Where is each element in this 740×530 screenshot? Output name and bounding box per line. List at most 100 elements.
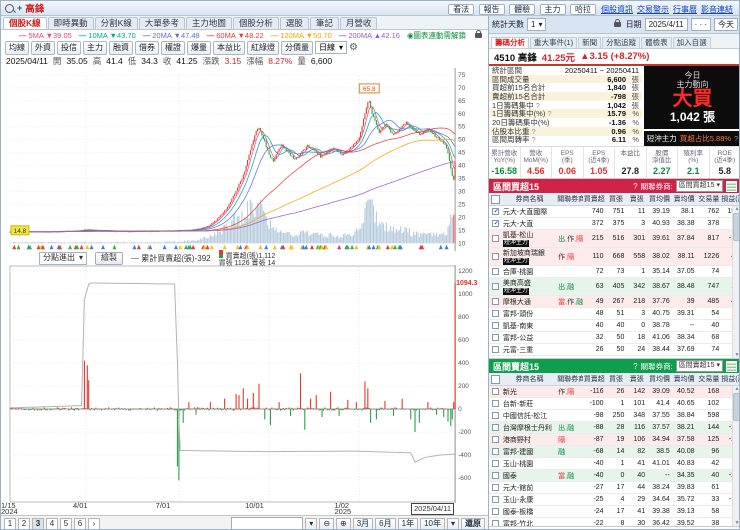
period-button[interactable]: 3月 [352,517,374,529]
column-header[interactable]: 買賣超 [583,194,606,204]
indicator-button[interactable]: 分價量 [281,40,313,55]
row-checkbox[interactable] [489,471,502,479]
broker-row[interactable]: 中國信託-松江-9825034837.5538.8459810 [489,410,739,422]
broker-row[interactable]: 新光作,隔-1162614239.0940.52168-4 [489,386,739,398]
chart-tab[interactable]: 選股 [279,16,309,29]
column-header[interactable]: 買張 [606,194,627,204]
indicator-button[interactable]: 借券 [135,40,159,55]
indicator-button[interactable]: 爆量 [187,40,211,55]
column-header[interactable]: 賣均價 [672,374,697,384]
page-button[interactable]: 2 [18,517,30,529]
column-header[interactable]: 賣張 [626,374,647,384]
indicator-button[interactable]: 本益比 [213,40,245,55]
page-button[interactable]: 4 [46,517,58,529]
row-checkbox[interactable] [489,321,502,329]
row-checkbox[interactable] [489,297,502,305]
zoom-out-icon[interactable]: ⊖ [319,517,335,529]
days-select[interactable]: 1 ▾ [527,18,547,31]
broker-row[interactable]: 國泰-板橋-24174139.3839.1358-4 [489,506,739,518]
row-checkbox[interactable] [489,519,502,526]
draw-button[interactable]: 繪製 [95,251,124,265]
period-button[interactable]: 10年 [420,517,445,529]
broker-row[interactable]: 合庫-桃園7273135.1437.05744 [489,266,739,278]
column-header[interactable]: 損益(萬) [721,194,739,204]
export-icon[interactable] [726,180,737,192]
lock-icon[interactable] [613,19,621,27]
broker-row[interactable]: 元大-館前-27174438.2439.8361-1 [489,482,739,494]
indicator-button[interactable]: 權證 [161,40,185,55]
chart-tab[interactable]: 分割K線 [94,16,138,29]
select-all-checkbox[interactable] [489,194,502,204]
goto-input[interactable] [231,517,304,529]
column-header[interactable]: 交易量 [697,194,722,204]
row-checkbox[interactable] [489,357,502,358]
chart-tab[interactable]: 即時異動 [47,16,94,29]
topbar-button[interactable]: 體驗 [509,4,536,15]
indicator-button[interactable]: 均線 [5,40,29,55]
topbar-button[interactable]: 哈拉 [570,4,596,15]
column-header[interactable]: 買賣超 [583,374,606,384]
column-header[interactable]: 賣均價 [672,194,697,204]
column-header[interactable]: 買均價 [647,194,672,204]
row-checkbox[interactable] [489,435,502,443]
chart-tab[interactable]: 個股K線 [3,16,47,29]
broker-row[interactable]: 台新-新莊-100110141.440.65102-6 [489,398,739,410]
topbar-link[interactable]: 影音連結 [701,5,733,14]
column-header[interactable]: 損益(萬) [721,374,739,384]
page-button[interactable]: › [88,517,100,529]
gear-icon[interactable]: ⚙ [349,42,358,53]
row-checkbox[interactable] [489,387,502,395]
row-checkbox[interactable] [489,333,502,341]
column-header[interactable]: 關聯券商 [557,194,583,204]
broker-row[interactable]: 富邦-敦南2022240.6637.4240 [489,356,739,358]
date-picker-button[interactable]: · · · [690,18,711,31]
page-button[interactable]: 5 [60,517,72,529]
broker-row[interactable]: ✓元大-大直372375340.9338.3837811 [489,218,739,230]
row-checkbox[interactable] [489,495,502,503]
search-icon[interactable] [5,3,14,13]
column-header[interactable]: 買均價 [647,374,672,384]
broker-row[interactable]: 富邦-建國融-68148238.540.0896-6 [489,446,739,458]
topbar-button[interactable]: 主力 [539,4,566,15]
row-checkbox[interactable] [489,411,502,419]
chart-tab[interactable]: 個股分析 [232,16,279,29]
lock-icon[interactable] [475,29,482,38]
select-all-checkbox[interactable] [489,374,502,384]
row-checkbox[interactable] [489,459,502,467]
assoc-select[interactable]: 區間買超15 ▾ [675,180,723,192]
broker-row[interactable]: 新加坡商瑞銀短沖主力作,隔11066855838.0238.11122641 [489,248,739,266]
row-checkbox[interactable] [489,282,502,290]
broker-row[interactable]: 摩根大通當,作,融4926721837.763948544 [489,296,739,308]
column-header[interactable]: 關聯券商 [557,374,583,384]
broker-row[interactable]: 港商野村隔-871910634.9437.58125-29 [489,434,739,446]
period-button[interactable]: 6月 [375,517,396,529]
row-checkbox[interactable] [489,345,502,353]
page-button[interactable]: 6 [74,517,86,529]
assoc-select[interactable]: 區間賣超15 ▾ [675,360,723,372]
scrollbar[interactable]: ▲ ▼ [732,206,739,358]
broker-row[interactable]: 凱基-松山短沖主力出,作,隔21551630139.6137.84817-18 [489,230,739,248]
reset-button[interactable]: 還原 [461,517,485,529]
column-header[interactable]: 券商名稱 [502,374,557,384]
row-checkbox[interactable] [489,399,502,407]
flow-source-select[interactable]: 分點進出 ▾ [39,251,88,265]
help-icon[interactable]: ? [633,182,637,191]
broker-row[interactable]: 台灣摩根士丹利出,融-882811637.5738.21144-25 [489,422,739,434]
topbar-button[interactable]: 報告 [478,4,505,15]
row-checkbox[interactable] [489,234,502,242]
analysis-tab[interactable]: 重大事件(1) [530,37,578,48]
broker-row[interactable]: 富邦-頭份4851340.7539.31542 [489,308,739,320]
chevron-down-icon[interactable]: ▾ [446,517,459,529]
row-checkbox[interactable] [489,252,502,260]
page-button[interactable]: 3 [32,517,44,529]
indicator-button[interactable]: 主力 [83,40,107,55]
date-input[interactable]: 2025/4/11 [644,18,688,31]
broker-row[interactable]: 玉山-永康-2542934.6435.7233-13 [489,494,739,506]
broker-row[interactable]: 玉山-桃園-4014141.0140.8342-3 [489,458,739,470]
topbar-link[interactable]: 個股資訊 [601,5,633,14]
row-checkbox[interactable]: ✓ [489,219,502,227]
indicator-button[interactable]: 投信 [57,40,81,55]
broker-row[interactable]: 元富-三重26502438.4437.69746 [489,344,739,356]
chart-tab[interactable]: 主力地圖 [185,16,232,29]
add-watch-icon[interactable]: + [17,3,22,13]
